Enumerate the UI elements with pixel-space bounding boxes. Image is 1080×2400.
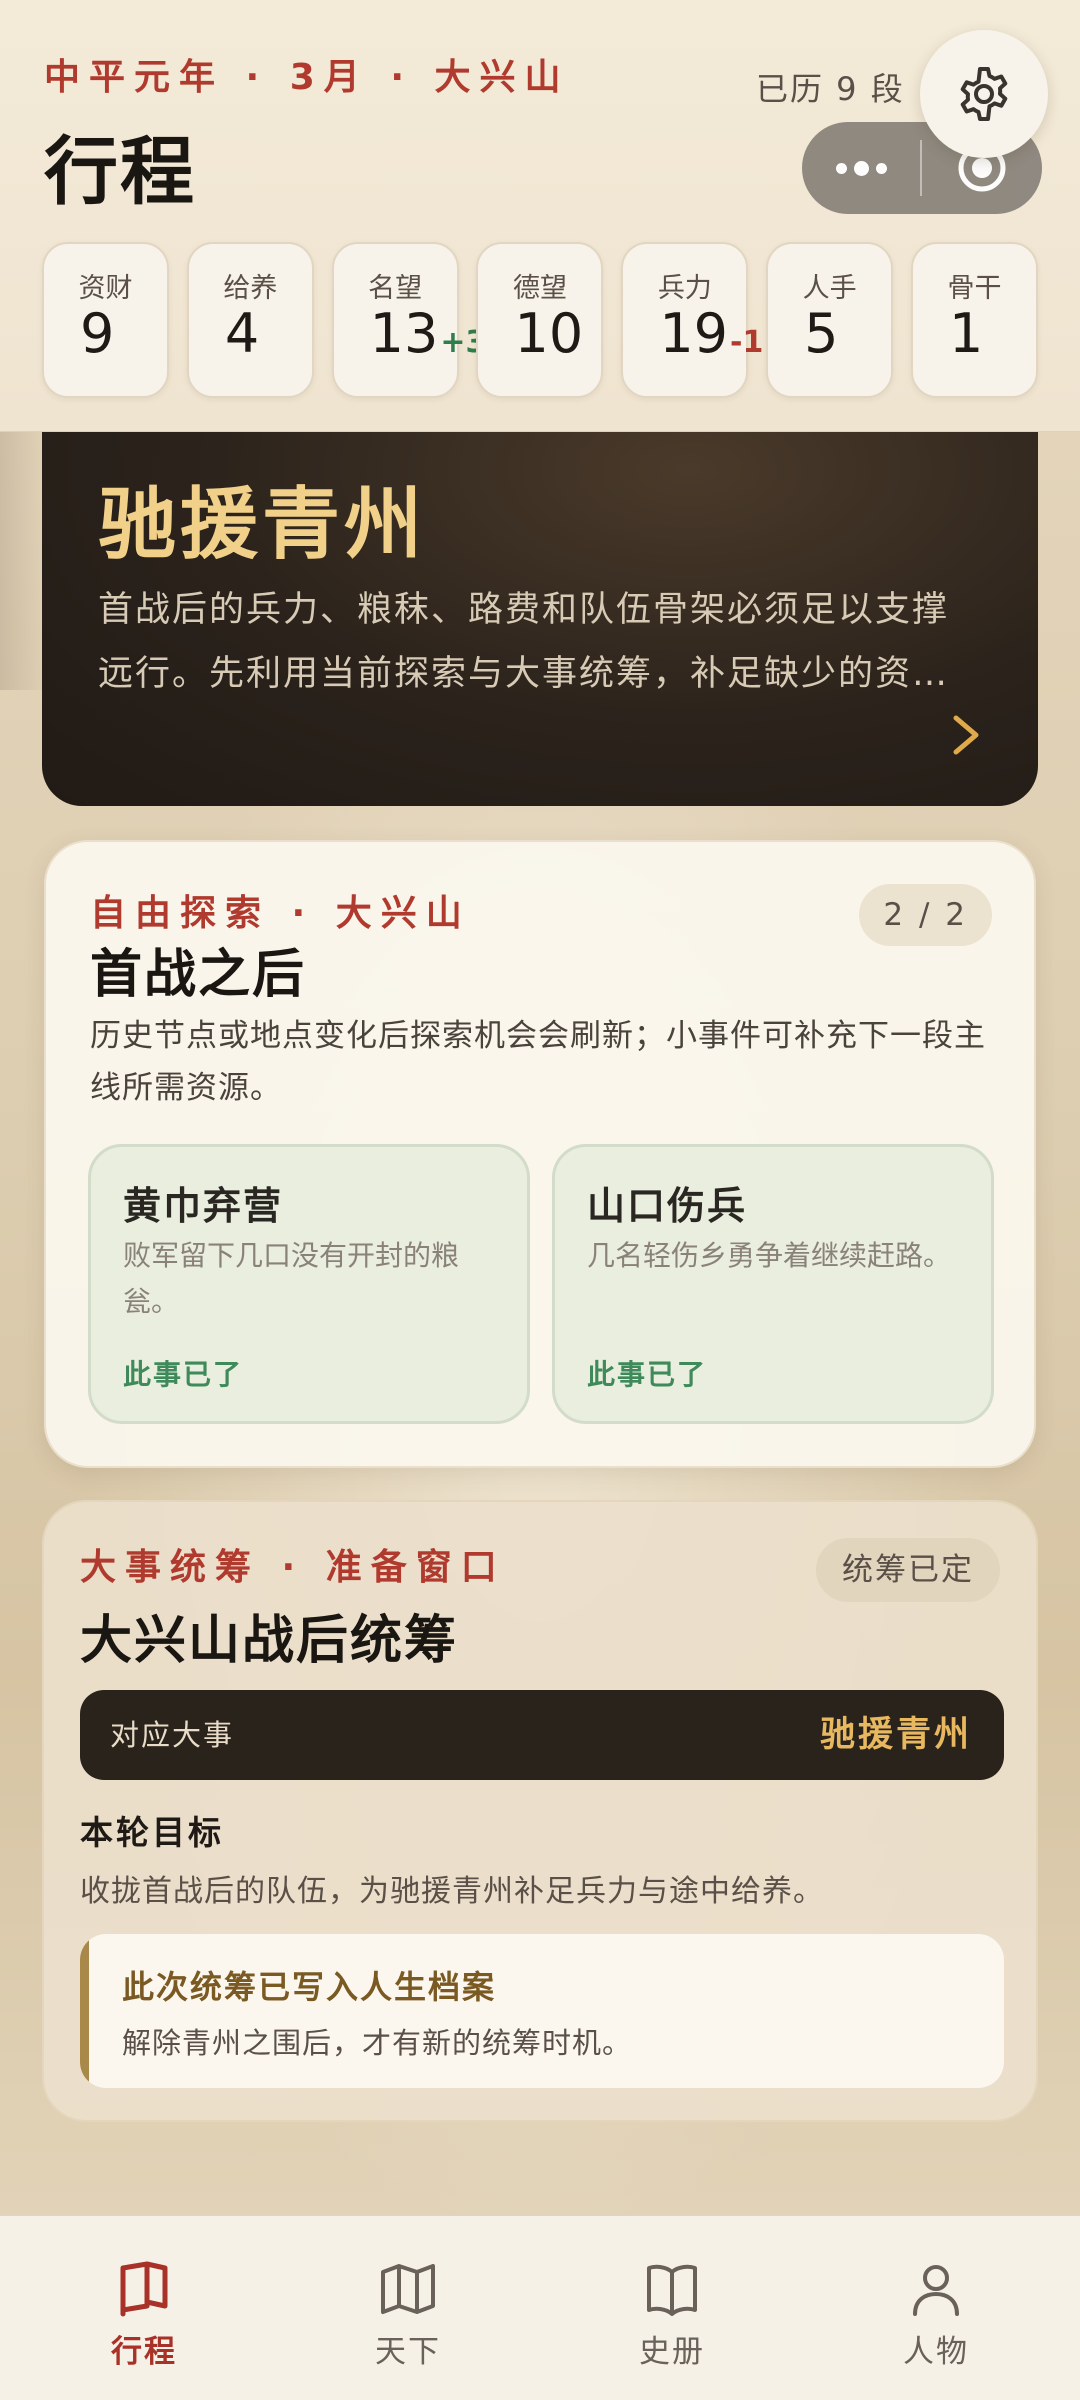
planning-title: 大兴山战后统筹: [80, 1611, 459, 1671]
exploration-description: 历史节点或地点变化后探索机会会刷新；小事件可补充下一段主线所需资源。: [90, 1018, 986, 1106]
event-title: 山口伤兵: [587, 1184, 748, 1228]
main-event-description: 首战后的兵力、粮秣、路费和队伍骨架必须足以支撑远行。先利用当前探索与大事统筹，补…: [98, 590, 950, 694]
tab-characters[interactable]: 人物: [804, 2216, 1068, 2400]
stat-value-row: 1: [949, 302, 983, 365]
more-dot-icon: [853, 160, 869, 176]
page-title: 行程: [44, 129, 196, 215]
stat-tile: 德望 10: [476, 242, 604, 398]
stat-value-row: 4: [225, 302, 259, 365]
chevron-right-icon[interactable]: [948, 712, 984, 758]
page-indicator: 2 / 2: [859, 884, 992, 946]
linked-event-value: 驰援青州: [819, 1715, 972, 1755]
stat-tile: 资财 9: [42, 242, 169, 398]
event-title: 黄巾弃营: [123, 1184, 284, 1228]
header: 中平元年 · 3月 · 大兴山 行程 已历 9 段 资财 9 给养 4 名望 13+3 德望…: [0, 0, 1080, 432]
stat-value: 13: [369, 302, 439, 365]
stat-label: 人手: [802, 273, 857, 304]
stat-label: 兵力: [657, 273, 712, 304]
event-description: 几名轻伤乡勇争着继续赶路。: [587, 1239, 952, 1272]
main-event-title: 驰援青州: [98, 480, 427, 570]
tab-label: 人物: [903, 2334, 969, 2370]
event-card[interactable]: 山口伤兵 几名轻伤乡勇争着继续赶路。 此事已了: [552, 1144, 994, 1424]
planning-status-badge: 统筹已定: [816, 1538, 1000, 1602]
event-status: 此事已了: [587, 1358, 708, 1391]
stat-value: 10: [514, 302, 584, 365]
exploration-eyebrow: 自由探索 · 大兴山: [90, 893, 471, 934]
stat-label: 给养: [223, 273, 278, 304]
more-dot-icon: [875, 162, 887, 174]
stat-delta: -1: [730, 325, 764, 360]
event-status: 此事已了: [123, 1358, 244, 1391]
stat-value-row: 13+3: [370, 302, 487, 365]
stat-value-row: 10: [514, 302, 583, 365]
book-icon: [647, 2264, 697, 2316]
stats-row: 资财 9 给养 4 名望 13+3 德望 10 兵力 19-1 人手 5 骨干 1: [42, 242, 1038, 398]
stat-label: 德望: [512, 273, 567, 304]
stat-tile: 兵力 19-1: [621, 242, 763, 398]
tab-label: 行程: [111, 2334, 177, 2370]
stat-value: 9: [80, 302, 115, 365]
stat-value-row: 5: [804, 302, 838, 365]
note-text: 解除青州之围后，才有新的统筹时机。: [122, 2026, 633, 2060]
date-location-eyebrow: 中平元年 · 3月 · 大兴山: [44, 57, 570, 98]
more-button[interactable]: [802, 160, 920, 176]
bottom-tab-bar: 行程 天下 史册 人物: [0, 2214, 1080, 2400]
map-icon: [381, 2264, 435, 2314]
stat-tile: 给养 4: [186, 242, 314, 398]
exploration-title: 首战之后: [90, 945, 307, 1005]
stat-label: 骨干: [947, 273, 1002, 304]
settings-button[interactable]: [920, 30, 1048, 158]
note-accent-bar: [80, 1934, 89, 2088]
stat-value: 4: [224, 302, 260, 365]
flag-icon: [120, 2261, 168, 2317]
stat-label: 名望: [368, 273, 423, 304]
stat-tile: 名望 13+3: [331, 242, 486, 398]
person-icon: [913, 2265, 959, 2316]
tab-label: 史册: [639, 2334, 705, 2370]
stat-value-row: 19-1: [659, 302, 763, 365]
linked-event-label: 对应大事: [110, 1718, 235, 1752]
main-event-card[interactable]: 驰援青州 首战后的兵力、粮秣、路费和队伍骨架必须足以支撑远行。先利用当前探索与大…: [42, 432, 1038, 806]
tab-label: 天下: [375, 2334, 441, 2370]
archive-note: 此次统筹已写入人生档案 解除青州之围后，才有新的统筹时机。: [80, 1934, 1004, 2088]
stat-tile: 人手 5: [766, 242, 894, 398]
tab-history[interactable]: 史册: [540, 2216, 804, 2400]
planning-eyebrow: 大事统筹 · 准备窗口: [80, 1547, 506, 1588]
note-title: 此次统筹已写入人生档案: [122, 1968, 497, 2006]
planning-card: 大事统筹 · 准备窗口 大兴山战后统筹 统筹已定 对应大事 驰援青州 本轮目标 …: [42, 1500, 1038, 2122]
stat-value: 5: [804, 302, 839, 365]
event-description: 败军留下几口没有开封的粮瓮。: [123, 1239, 460, 1318]
stat-value: 19: [659, 302, 729, 365]
more-dot-icon: [835, 162, 847, 174]
event-card[interactable]: 黄巾弃营 败军留下几口没有开封的粮瓮。 此事已了: [88, 1144, 530, 1424]
segment-count: 已历 9 段: [756, 70, 905, 108]
stat-tile: 骨干 1: [910, 242, 1038, 398]
stat-value: 1: [948, 302, 984, 365]
goal-text: 收拢首战后的队伍，为驰援青州补足兵力与途中给养。: [80, 1874, 824, 1909]
stat-label: 资财: [78, 273, 133, 304]
gear-icon: [960, 67, 1008, 121]
tab-itinerary[interactable]: 行程: [12, 2216, 276, 2400]
goal-heading: 本轮目标: [80, 1813, 224, 1852]
tab-world[interactable]: 天下: [276, 2216, 540, 2400]
linked-event-bar[interactable]: 对应大事 驰援青州: [80, 1690, 1004, 1780]
exploration-card: 自由探索 · 大兴山 首战之后 2 / 2 历史节点或地点变化后探索机会会刷新；…: [44, 840, 1036, 1468]
stat-value-row: 9: [80, 302, 114, 365]
